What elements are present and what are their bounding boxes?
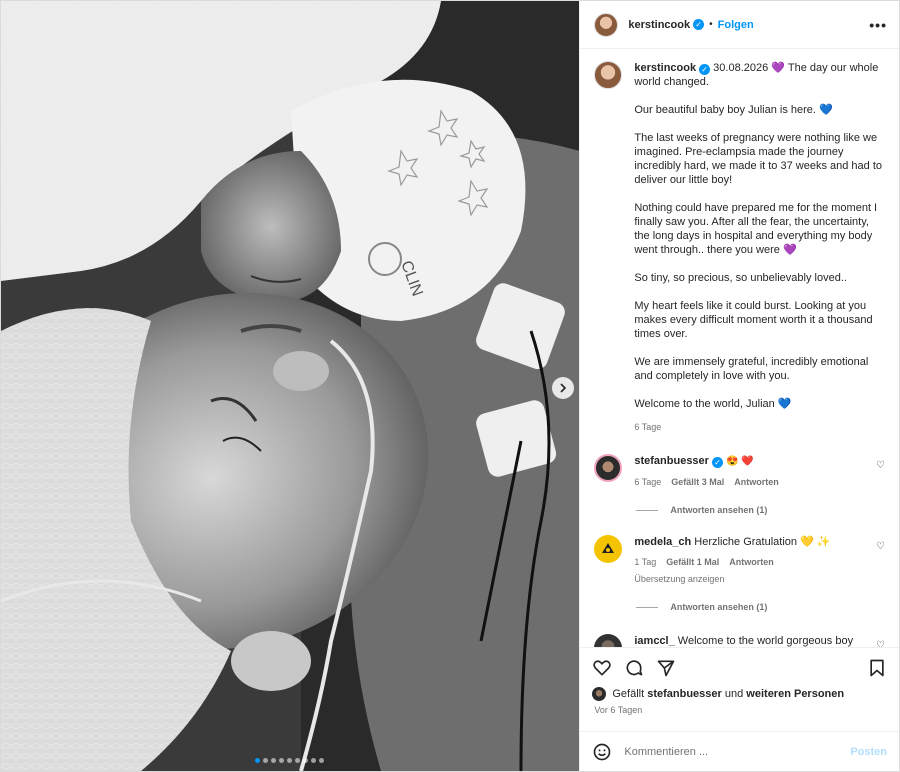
post-side-panel: kerstincook ✓ • Folgen ••• kerstincook ✓ … bbox=[579, 1, 899, 771]
carousel-dot bbox=[271, 758, 276, 763]
caption-paragraph: The last weeks of pregnancy were nothing… bbox=[634, 132, 883, 186]
carousel-dot bbox=[295, 758, 300, 763]
commenter-username[interactable]: medela_ch bbox=[634, 536, 691, 548]
verified-icon: ✓ bbox=[711, 457, 723, 468]
comment-age: 1 Tag bbox=[634, 557, 657, 567]
comment-body: medela_ch Herzliche Gratulation 💛 ✨ 1 Ta… bbox=[634, 535, 874, 586]
comment-like-heart-icon[interactable]: ♡ bbox=[876, 541, 885, 552]
liked-by-user[interactable]: stefanbuesser bbox=[647, 688, 722, 700]
carousel-dot bbox=[319, 758, 324, 763]
comment-item: medela_ch Herzliche Gratulation 💛 ✨ 1 Ta… bbox=[594, 535, 885, 586]
caption-avatar[interactable] bbox=[594, 61, 623, 89]
comment-text: Herzliche Gratulation 💛 ✨ bbox=[694, 536, 831, 548]
emoji-icon[interactable] bbox=[592, 742, 612, 762]
commenter-avatar[interactable] bbox=[594, 454, 623, 482]
comment-input[interactable]: Kommentieren ... bbox=[624, 746, 838, 758]
posted-ago[interactable]: Vor 6 Tagen bbox=[580, 701, 899, 731]
follow-button[interactable]: Folgen bbox=[718, 19, 754, 31]
replies-divider bbox=[636, 509, 659, 511]
bookmark-icon[interactable] bbox=[867, 658, 887, 678]
caption-age: 6 Tage bbox=[634, 422, 662, 432]
post-header: kerstincook ✓ • Folgen ••• bbox=[580, 1, 899, 49]
add-comment-bar: Kommentieren ... Posten bbox=[580, 731, 899, 771]
commenter-username[interactable]: iamccl_ bbox=[634, 635, 674, 647]
comment-like-heart-icon[interactable]: ♡ bbox=[876, 460, 885, 471]
carousel-indicator bbox=[255, 758, 324, 763]
comment-like-heart-icon[interactable]: ♡ bbox=[876, 640, 885, 647]
caption-paragraph: My heart feels like it could burst. Look… bbox=[634, 300, 873, 340]
view-replies-button[interactable]: Antworten ansehen (1) bbox=[636, 602, 885, 612]
caption-body: kerstincook ✓ 30.08.2026 💜 The day our wh… bbox=[634, 61, 882, 434]
view-replies-label: Antworten ansehen (1) bbox=[670, 602, 768, 612]
commenter-username[interactable]: stefanbuesser bbox=[634, 455, 709, 467]
liked-by-others[interactable]: weiteren Personen bbox=[746, 688, 844, 700]
reply-button[interactable]: Antworten bbox=[734, 475, 779, 489]
caption-paragraph: We are immensely grateful, incredibly em… bbox=[634, 356, 869, 382]
comment-likes[interactable]: Gefällt 1 Mal bbox=[666, 555, 719, 569]
comment-body: iamccl_ Welcome to the world gorgeous bo… bbox=[634, 634, 874, 647]
heart-icon[interactable] bbox=[592, 658, 612, 678]
comment-age: 6 Tage bbox=[634, 477, 662, 487]
post-dialog: CLIN kerstincook ✓ • Folgen ••• kerstinc… bbox=[0, 0, 900, 772]
commenter-avatar[interactable] bbox=[594, 634, 623, 647]
liked-by-prefix: Gefällt bbox=[612, 688, 645, 700]
translate-button[interactable]: Übersetzung anzeigen bbox=[634, 572, 874, 586]
comments-scroll-area[interactable]: kerstincook ✓ 30.08.2026 💜 The day our wh… bbox=[580, 49, 899, 647]
chevron-right-icon bbox=[560, 383, 567, 393]
caption: kerstincook ✓ 30.08.2026 💜 The day our wh… bbox=[594, 61, 885, 434]
comment-item: stefanbuesser ✓ 😍 ❤️ 6 Tage Gefällt 3 Mal… bbox=[594, 454, 885, 489]
carousel-dot bbox=[255, 758, 260, 763]
post-comment-button[interactable]: Posten bbox=[850, 746, 887, 758]
verified-icon: ✓ bbox=[693, 19, 705, 30]
liker-avatar[interactable] bbox=[592, 687, 607, 701]
share-icon[interactable] bbox=[656, 658, 676, 678]
comment-icon[interactable] bbox=[624, 658, 644, 678]
caption-paragraph: Nothing could have prepared me for the m… bbox=[634, 202, 878, 256]
author-username[interactable]: kerstincook bbox=[628, 19, 690, 31]
next-photo-button[interactable] bbox=[552, 377, 574, 399]
comment-text: 😍 ❤️ bbox=[726, 456, 754, 467]
caption-date: 30.08.2026 bbox=[713, 62, 769, 74]
caption-paragraph: Welcome to the world, Julian 💙 bbox=[634, 398, 792, 410]
medela-logo-icon bbox=[602, 543, 615, 553]
post-actions-bar bbox=[580, 647, 899, 687]
comment-likes[interactable]: Gefällt 3 Mal bbox=[671, 475, 724, 489]
more-options-icon[interactable]: ••• bbox=[869, 17, 887, 33]
carousel-dot bbox=[263, 758, 268, 763]
photo-artwork: CLIN bbox=[1, 1, 580, 771]
liked-by-line: Gefällt stefanbuesser und weiteren Perso… bbox=[580, 687, 899, 701]
commenter-avatar[interactable] bbox=[594, 535, 623, 563]
caption-paragraph: Our beautiful baby boy Julian is here. 💙 bbox=[634, 104, 833, 116]
comment-body: stefanbuesser ✓ 😍 ❤️ 6 Tage Gefällt 3 Mal… bbox=[634, 454, 874, 489]
post-photo[interactable]: CLIN bbox=[1, 1, 580, 771]
comment-meta: 6 Tage Gefällt 3 Mal Antworten bbox=[634, 475, 874, 489]
view-replies-button[interactable]: Antworten ansehen (1) bbox=[636, 505, 885, 515]
carousel-dot bbox=[303, 758, 308, 763]
caption-username[interactable]: kerstincook bbox=[634, 62, 696, 74]
comment-meta: 1 Tag Gefällt 1 Mal Antworten bbox=[634, 555, 874, 569]
view-replies-label: Antworten ansehen (1) bbox=[670, 505, 768, 515]
comment-text: Welcome to the world gorgeous boy bbox=[677, 635, 854, 647]
carousel-dot bbox=[279, 758, 284, 763]
verified-icon: ✓ bbox=[699, 64, 711, 75]
author-avatar[interactable] bbox=[594, 12, 619, 37]
carousel-dot bbox=[287, 758, 292, 763]
reply-button[interactable]: Antworten bbox=[729, 555, 774, 569]
replies-divider bbox=[636, 606, 659, 608]
caption-paragraph: So tiny, so precious, so unbelievably lo… bbox=[634, 272, 847, 284]
carousel-dot bbox=[311, 758, 316, 763]
separator-dot: • bbox=[709, 19, 713, 30]
comment-item: iamccl_ Welcome to the world gorgeous bo… bbox=[594, 634, 885, 647]
liked-by-mid: und bbox=[724, 688, 744, 700]
caption-heart-emoji: 💜 bbox=[771, 62, 785, 74]
